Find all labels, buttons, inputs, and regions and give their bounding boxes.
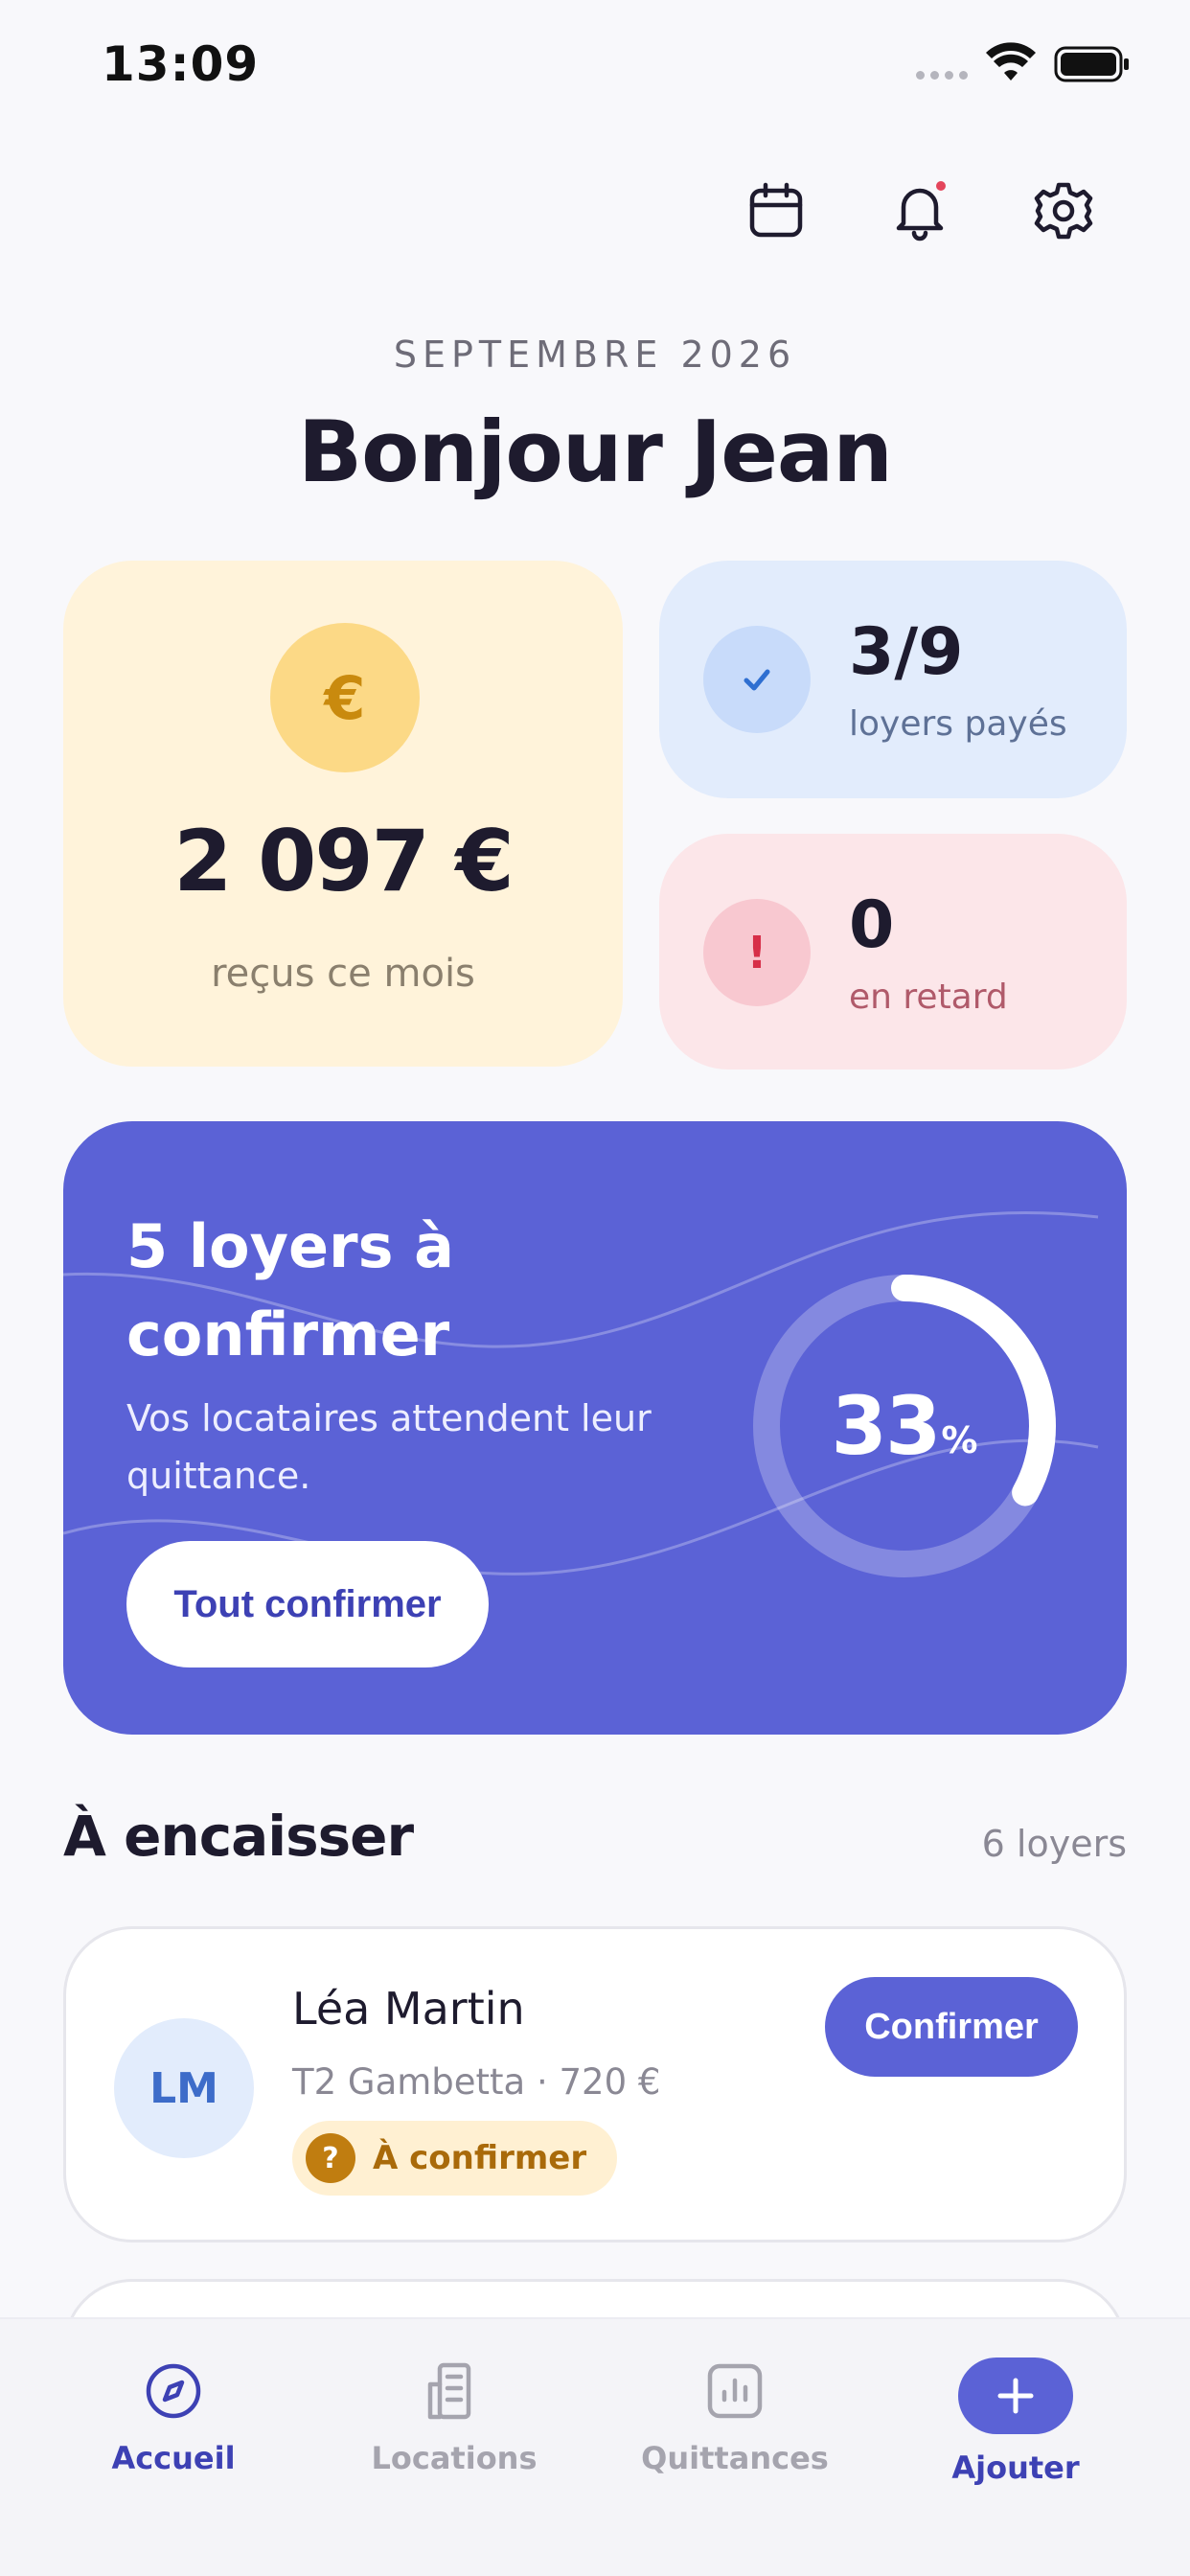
chart-icon — [707, 2363, 763, 2419]
settings-icon — [1034, 182, 1093, 240]
late-rents-card[interactable]: ! 0 en retard — [659, 834, 1127, 1070]
tab-quittances[interactable]: Quittances — [620, 2358, 850, 2476]
tab-ajouter[interactable]: Ajouter — [901, 2358, 1131, 2486]
add-button[interactable] — [958, 2358, 1073, 2434]
wifi-icon — [986, 42, 1036, 80]
notification-dot — [933, 178, 949, 194]
calendar-icon — [749, 182, 803, 238]
settings-button[interactable] — [1025, 172, 1102, 249]
paid-rents-card[interactable]: 3/9 loyers payés — [659, 561, 1127, 798]
tenant-name: Léa Martin — [292, 1983, 525, 2035]
avatar: LM — [114, 2018, 254, 2158]
tab-label: Accueil — [111, 2440, 236, 2476]
tenant-detail: T2 Gambetta · 720 € — [292, 2061, 661, 2103]
status-text: À confirmer — [373, 2139, 587, 2177]
building-icon — [427, 2362, 471, 2420]
tab-bar: Accueil Locations Quittances Ajouter — [0, 2317, 1190, 2576]
status-time: 13:09 — [102, 36, 260, 92]
revenue-label: reçus ce mois — [211, 952, 475, 996]
tab-locations[interactable]: Locations — [339, 2358, 569, 2476]
signal-icon — [916, 71, 968, 80]
compass-icon — [146, 2363, 201, 2419]
plus-icon — [997, 2378, 1034, 2414]
calendar-button[interactable] — [738, 172, 814, 249]
notifications-button[interactable] — [881, 172, 958, 249]
status-badge: ? À confirmer — [292, 2121, 618, 2196]
progress-label: 33 % — [740, 1261, 1069, 1591]
paid-rents-value: 3/9 — [849, 614, 964, 690]
revenue-card[interactable]: € 2 097 € reçus ce mois — [63, 561, 623, 1067]
question-icon: ? — [306, 2133, 355, 2183]
late-rents-label: en retard — [849, 978, 1008, 1017]
tenant-card[interactable]: LM Léa Martin T2 Gambetta · 720 € ? À co… — [63, 1926, 1127, 2242]
progress-value: 33 — [831, 1379, 942, 1473]
tab-accueil[interactable]: Accueil — [58, 2358, 288, 2476]
status-bar: 13:09 — [0, 0, 1190, 134]
late-rents-value: 0 — [849, 887, 895, 963]
section-count: 6 loyers — [981, 1823, 1127, 1865]
confirm-button[interactable]: Confirmer — [825, 1977, 1078, 2077]
banner-subtitle: Vos locataires attendent leur quittance. — [126, 1397, 652, 1497]
alert-icon: ! — [703, 899, 811, 1006]
confirm-all-button[interactable]: Tout confirmer — [126, 1541, 489, 1668]
section-title: À encaisser — [63, 1804, 414, 1869]
confirm-banner: 5 loyers à confirmer Vos locataires atte… — [63, 1121, 1127, 1735]
tab-label: Locations — [371, 2440, 538, 2476]
euro-icon: € — [270, 623, 420, 772]
banner-title: 5 loyers à confirmer — [126, 1211, 454, 1369]
page-title: Bonjour Jean — [298, 402, 893, 501]
progress-unit: % — [941, 1419, 978, 1461]
paid-rents-label: loyers payés — [849, 704, 1067, 744]
tab-label: Quittances — [641, 2440, 829, 2476]
tab-label: Ajouter — [951, 2450, 1080, 2486]
check-icon — [703, 626, 811, 733]
revenue-amount: 2 097 € — [173, 812, 514, 910]
month-label: SEPTEMBRE 2026 — [393, 334, 797, 376]
battery-icon — [1054, 46, 1129, 82]
